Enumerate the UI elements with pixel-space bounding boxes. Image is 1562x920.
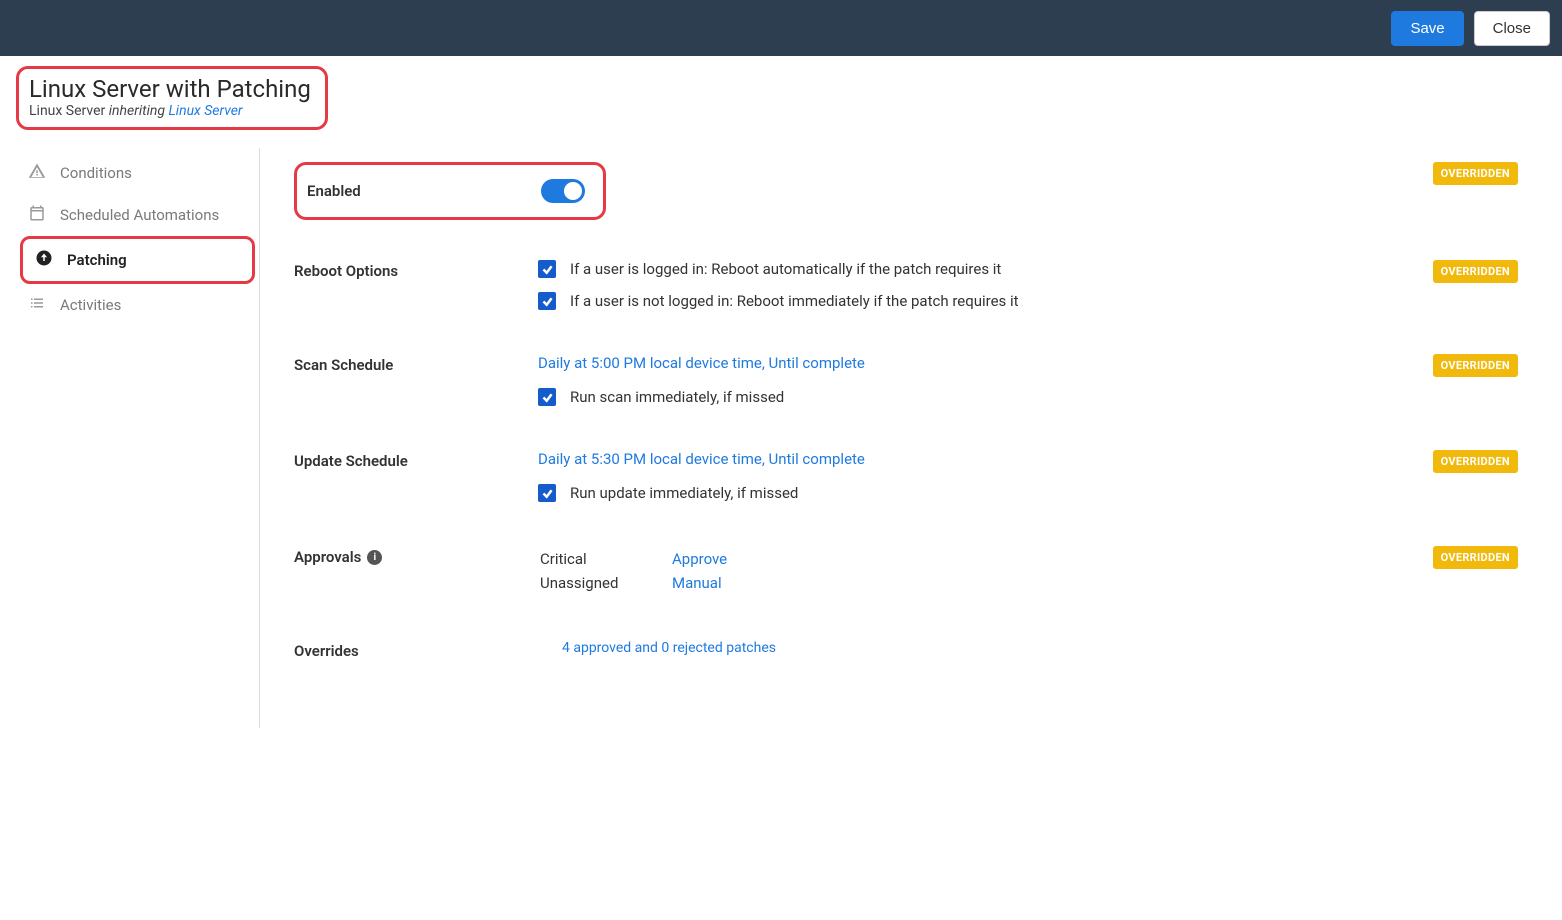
overrides-row: Overrides 4 approved and 0 rejected patc… [294, 618, 1518, 682]
scan-schedule-row: Scan Schedule Daily at 5:00 PM local dev… [294, 332, 1518, 428]
sidebar-item-activities[interactable]: Activities [16, 284, 259, 326]
topbar: Save Close [0, 0, 1562, 56]
warning-icon [28, 162, 46, 184]
enabled-label: Enabled [307, 182, 361, 200]
sidebar-item-label: Patching [67, 251, 127, 269]
subtitle-prefix: Linux Server [29, 103, 109, 119]
info-icon[interactable]: i [367, 550, 382, 565]
approval-action-link[interactable]: Manual [672, 574, 722, 592]
enabled-row: Enabled [294, 162, 606, 220]
sidebar-item-label: Scheduled Automations [60, 206, 219, 224]
approval-row-critical: Critical Approve [540, 548, 727, 570]
checkbox-scan-missed[interactable] [538, 388, 556, 406]
update-schedule-row: Update Schedule Daily at 5:30 PM local d… [294, 428, 1518, 524]
sidebar: Conditions Scheduled Automations Patchin… [16, 148, 260, 728]
approvals-label: Approvals i [294, 546, 514, 566]
overrides-link[interactable]: 4 approved and 0 rejected patches [562, 640, 776, 656]
scan-schedule-link[interactable]: Daily at 5:00 PM local device time, Unti… [538, 354, 865, 372]
reboot-options-label: Reboot Options [294, 260, 514, 280]
circle-up-icon [35, 249, 53, 271]
list-icon [28, 294, 46, 316]
update-schedule-link[interactable]: Daily at 5:30 PM local device time, Unti… [538, 450, 865, 468]
title-block: Linux Server with Patching Linux Server … [16, 66, 328, 130]
overridden-badge-update: OVERRIDDEN [1433, 450, 1518, 473]
sidebar-item-conditions[interactable]: Conditions [16, 152, 259, 194]
checkbox-update-missed[interactable] [538, 484, 556, 502]
reboot-not-logged-in-text: If a user is not logged in: Reboot immed… [570, 292, 1019, 310]
overrides-label: Overrides [294, 640, 514, 660]
sidebar-item-label: Activities [60, 296, 121, 314]
enabled-toggle[interactable] [541, 179, 585, 203]
calendar-icon [28, 204, 46, 226]
main-panel: Enabled OVERRIDDEN Reboot Options If a u… [260, 148, 1546, 728]
page-title: Linux Server with Patching [29, 75, 311, 103]
approval-category: Unassigned [540, 572, 670, 594]
update-schedule-label: Update Schedule [294, 450, 514, 470]
checkbox-reboot-not-logged-in[interactable] [538, 292, 556, 310]
page-subtitle: Linux Server inheriting Linux Server [29, 103, 311, 119]
checkbox-reboot-logged-in[interactable] [538, 260, 556, 278]
update-missed-text: Run update immediately, if missed [570, 484, 798, 502]
close-button[interactable]: Close [1474, 11, 1550, 46]
parent-policy-link[interactable]: Linux Server [168, 103, 242, 119]
scan-schedule-label: Scan Schedule [294, 354, 514, 374]
save-button[interactable]: Save [1391, 11, 1463, 46]
overridden-badge-approvals: OVERRIDDEN [1433, 546, 1518, 569]
approval-category: Critical [540, 548, 670, 570]
inheriting-word: inheriting [109, 103, 169, 119]
scan-missed-text: Run scan immediately, if missed [570, 388, 784, 406]
sidebar-item-scheduled-automations[interactable]: Scheduled Automations [16, 194, 259, 236]
reboot-options-row: Reboot Options If a user is logged in: R… [294, 238, 1518, 332]
approval-row-unassigned: Unassigned Manual [540, 572, 727, 594]
overridden-badge-reboot: OVERRIDDEN [1433, 260, 1518, 283]
sidebar-item-patching[interactable]: Patching [20, 236, 255, 284]
overridden-badge-enabled: OVERRIDDEN [1433, 162, 1518, 185]
approval-action-link[interactable]: Approve [672, 550, 727, 568]
sidebar-item-label: Conditions [60, 164, 132, 182]
reboot-logged-in-text: If a user is logged in: Reboot automatic… [570, 260, 1001, 278]
overridden-badge-scan: OVERRIDDEN [1433, 354, 1518, 377]
approvals-row: Approvals i Critical Approve Unassigned … [294, 524, 1518, 618]
